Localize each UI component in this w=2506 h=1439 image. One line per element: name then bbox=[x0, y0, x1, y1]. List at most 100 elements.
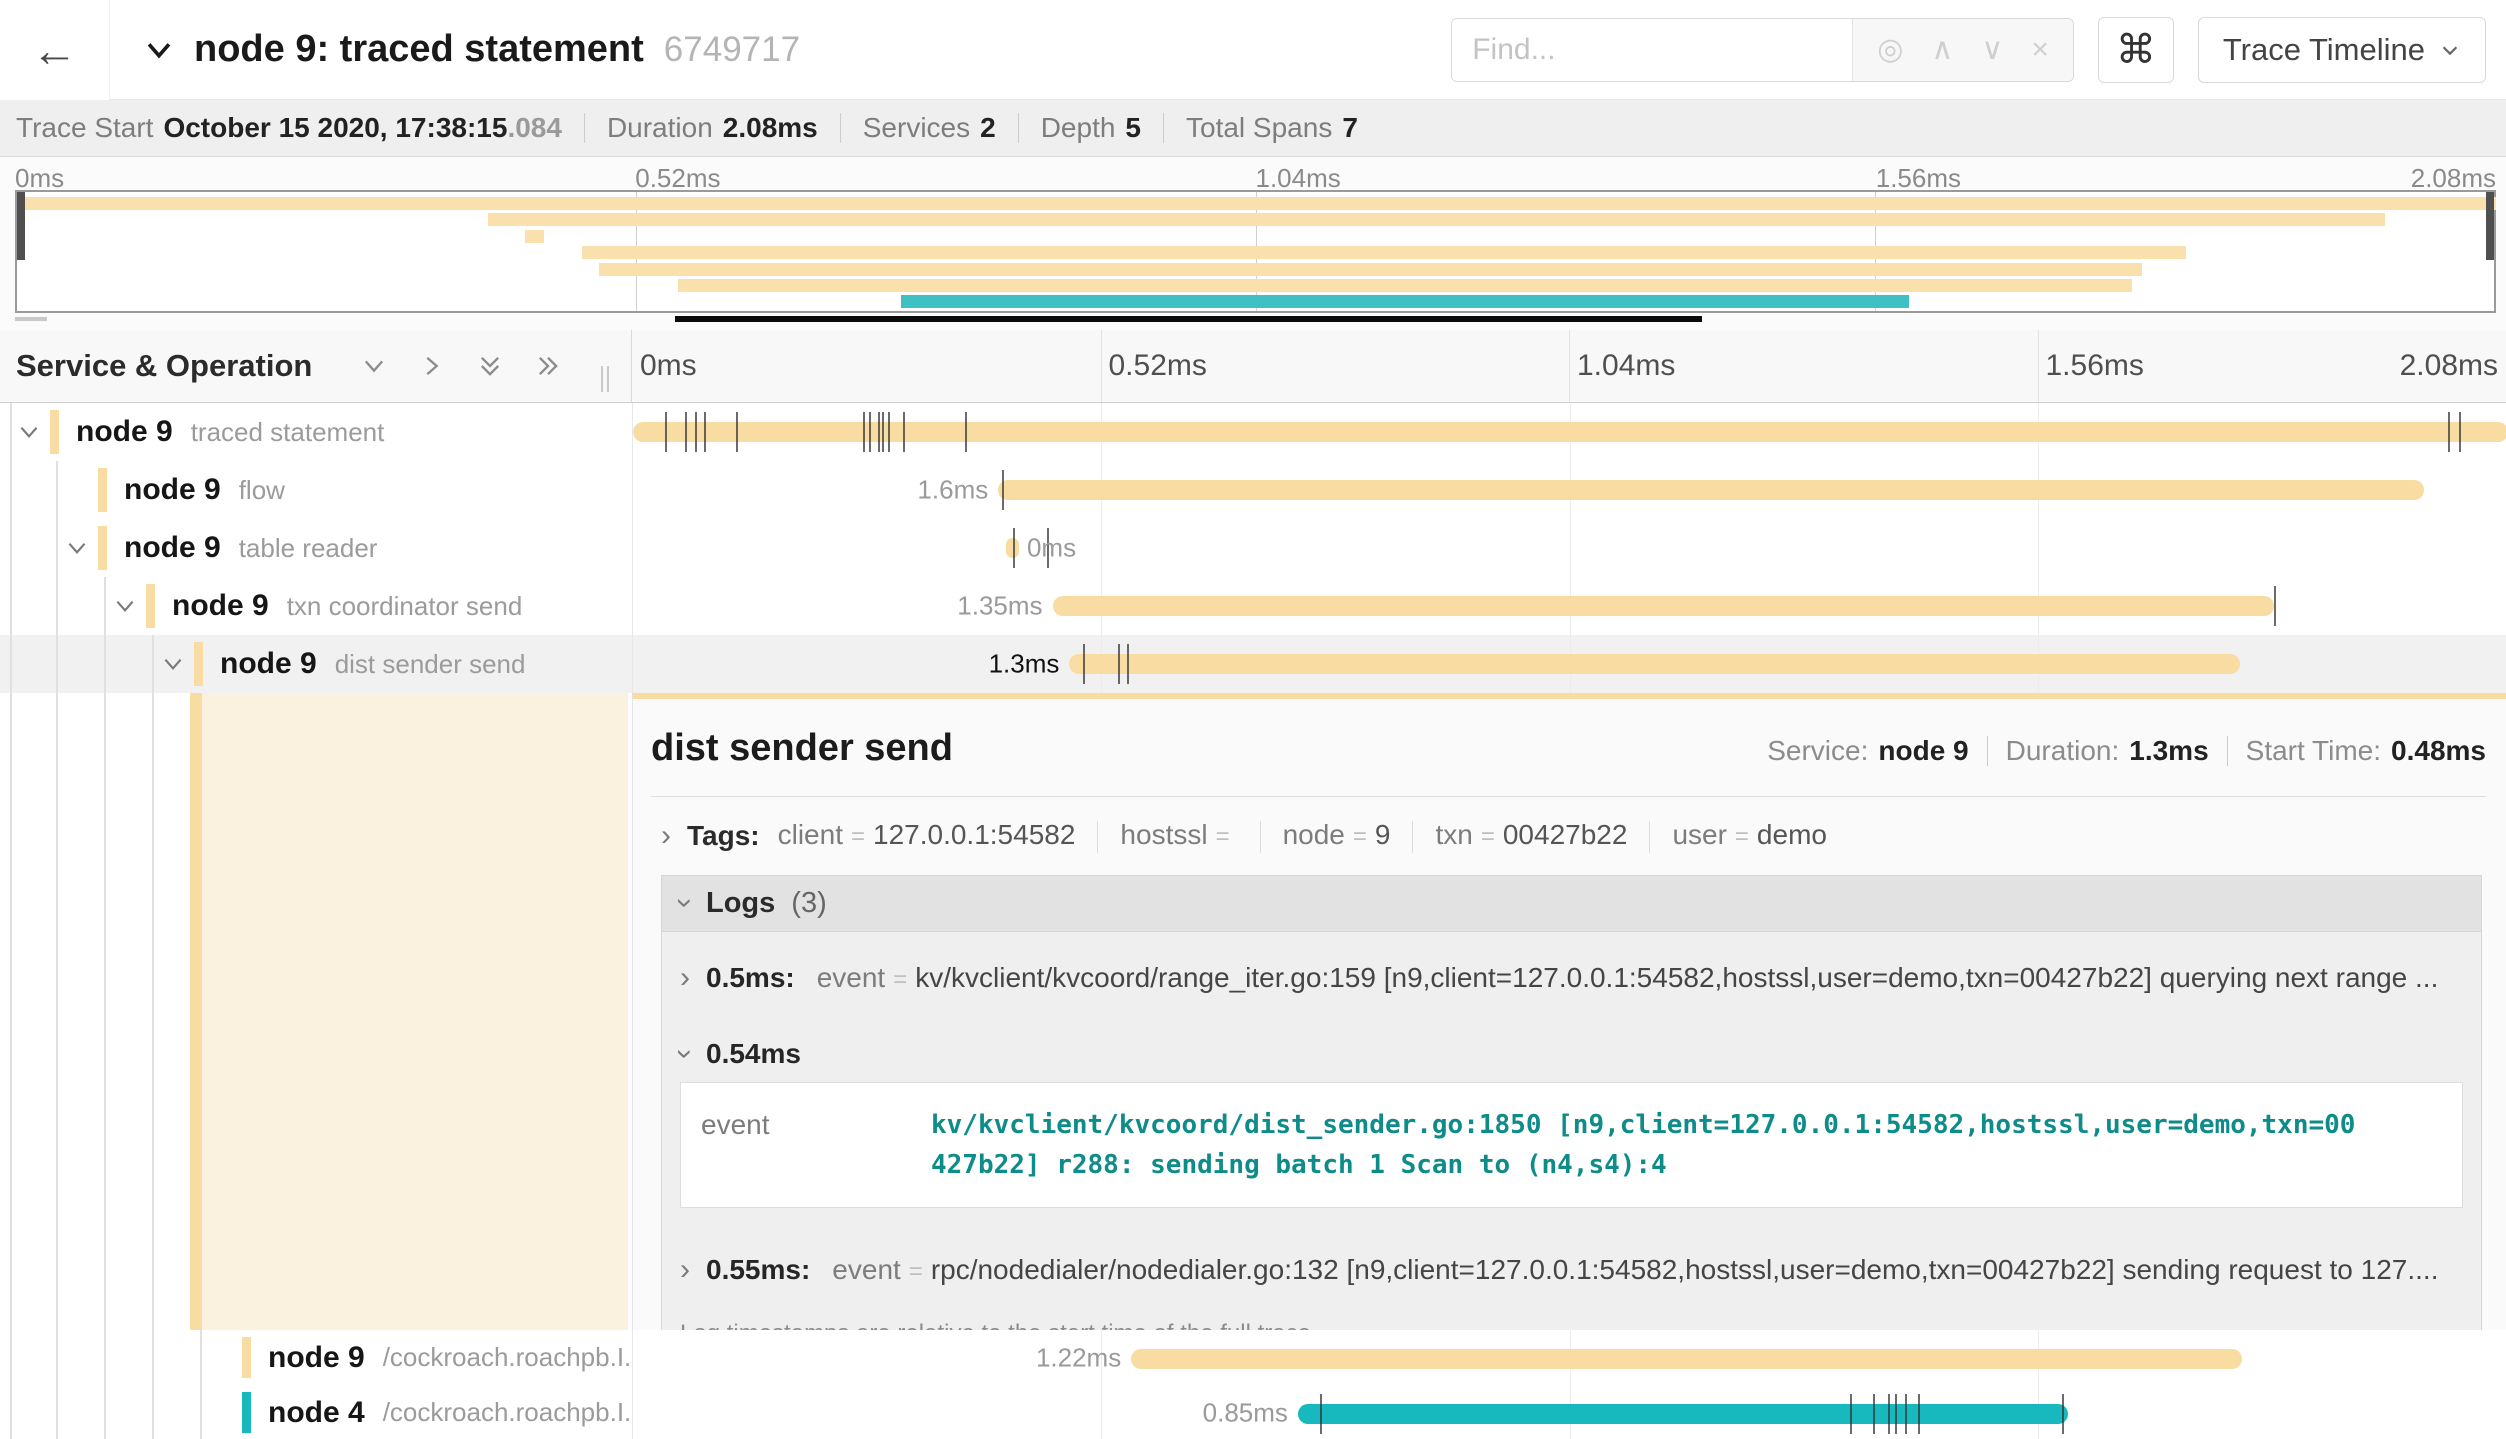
tree-guide bbox=[104, 635, 106, 693]
span-event-tick bbox=[685, 412, 687, 452]
tree-guide bbox=[104, 1330, 106, 1385]
tree-guide bbox=[10, 577, 12, 635]
chevron-down-icon[interactable] bbox=[112, 593, 138, 619]
span-duration-label: 1.6ms bbox=[917, 475, 988, 506]
span-row-track[interactable]: 1.22ms bbox=[632, 1330, 2506, 1385]
summary-item: Depth5 bbox=[1041, 112, 1141, 144]
tree-header: Service & Operation bbox=[0, 330, 632, 402]
chevron-down-icon[interactable] bbox=[160, 651, 186, 677]
keyboard-shortcuts-button[interactable]: ⌘ bbox=[2098, 17, 2174, 83]
log-entry[interactable]: ›0.55ms:event=rpc/nodedialer/nodedialer.… bbox=[662, 1224, 2481, 1312]
collapse-trace-icon[interactable] bbox=[142, 33, 176, 67]
span-row-label[interactable]: node 9/cockroach.roachpb.I... bbox=[0, 1330, 632, 1385]
tag-item[interactable]: client=127.0.0.1:54582 bbox=[778, 819, 1076, 850]
scroll-track-mark bbox=[15, 317, 47, 321]
minimap-span-bar bbox=[488, 213, 2385, 226]
log-value: kv/kvclient/kvcoord/range_iter.go:159 [n… bbox=[915, 962, 2438, 993]
summary-value: 5 bbox=[1125, 112, 1141, 143]
minimap-span-bar bbox=[901, 295, 1909, 308]
span-row: node 9flow 1.6ms bbox=[0, 461, 2506, 519]
divider bbox=[1097, 821, 1098, 853]
span-bar[interactable] bbox=[1053, 596, 2274, 616]
service-color-strip bbox=[98, 526, 107, 570]
span-tree-guides bbox=[0, 693, 632, 1330]
logs-title: Logs bbox=[706, 887, 775, 920]
span-row-label[interactable]: node 4/cockroach.roachpb.I... bbox=[0, 1385, 632, 1439]
logs-header[interactable]: › Logs (3) bbox=[662, 876, 2481, 932]
summary-item: Total Spans7 bbox=[1186, 112, 1358, 144]
equals-sign: = bbox=[1735, 823, 1749, 850]
span-row-label[interactable]: node 9traced statement bbox=[0, 403, 632, 461]
view-selector-button[interactable]: Trace Timeline bbox=[2198, 17, 2486, 83]
span-tags-row[interactable]: › Tags: client=127.0.0.1:54582hostssl=no… bbox=[651, 797, 2486, 871]
collapse-all-icon[interactable] bbox=[534, 352, 562, 380]
detail-meta-label: Service: bbox=[1767, 735, 1868, 766]
expand-one-icon[interactable] bbox=[360, 352, 388, 380]
minimap-left-handle[interactable] bbox=[17, 192, 25, 260]
span-row-track[interactable] bbox=[632, 403, 2506, 461]
span-row-track[interactable]: 1.6ms bbox=[632, 461, 2506, 519]
log-timestamp: 0.54ms bbox=[706, 1038, 801, 1070]
minimap-canvas[interactable] bbox=[15, 190, 2496, 313]
clear-search-icon[interactable]: × bbox=[2031, 35, 2049, 65]
summary-item: Trace StartOctober 15 2020, 17:38:15.084 bbox=[16, 112, 562, 144]
span-event-tick bbox=[1083, 644, 1085, 684]
span-row-label[interactable]: node 9flow bbox=[0, 461, 632, 519]
minimap-right-handle[interactable] bbox=[2486, 192, 2494, 260]
minimap-axis-labels: 0ms0.52ms1.04ms1.56ms2.08ms bbox=[15, 163, 2496, 191]
operation-name: traced statement bbox=[191, 417, 385, 448]
timeline-axis: 0ms0.52ms1.04ms1.56ms2.08ms bbox=[632, 330, 2506, 402]
chevron-down-icon[interactable] bbox=[16, 419, 42, 445]
span-event-tick bbox=[2062, 1394, 2064, 1434]
span-event-tick bbox=[695, 412, 697, 452]
operation-name: dist sender send bbox=[335, 649, 526, 680]
expand-all-icon[interactable] bbox=[476, 352, 504, 380]
back-button[interactable]: ← bbox=[0, 0, 110, 100]
view-selector-label: Trace Timeline bbox=[2223, 32, 2425, 68]
prev-result-icon[interactable]: ∧ bbox=[1931, 35, 1953, 65]
service-name: node 9 bbox=[268, 1341, 365, 1375]
span-row-label[interactable]: node 9table reader bbox=[0, 519, 632, 577]
span-row-track[interactable]: 0ms bbox=[632, 519, 2506, 577]
span-bar[interactable] bbox=[998, 480, 2423, 500]
next-result-icon[interactable]: ∨ bbox=[1981, 35, 2003, 65]
tag-item[interactable]: txn=00427b22 bbox=[1435, 819, 1627, 850]
column-resize-grip[interactable] bbox=[601, 366, 609, 392]
span-row-track[interactable]: 1.35ms bbox=[632, 577, 2506, 635]
span-row: node 4/cockroach.roachpb.I...0.85ms bbox=[0, 1385, 2506, 1439]
axis-separator bbox=[2038, 330, 2039, 402]
span-event-tick bbox=[665, 412, 667, 452]
span-duration-label: 0ms bbox=[1027, 533, 1076, 564]
log-entry[interactable]: ›0.54ms bbox=[662, 1020, 2481, 1082]
equals-sign: = bbox=[851, 823, 865, 850]
find-input[interactable] bbox=[1452, 19, 1852, 81]
tag-item[interactable]: node=9 bbox=[1283, 819, 1391, 850]
minimap-span-bar bbox=[17, 197, 2496, 210]
span-row-track[interactable]: 0.85ms bbox=[632, 1385, 2506, 1439]
span-event-tick bbox=[869, 412, 871, 452]
chevron-down-icon: › bbox=[670, 898, 700, 908]
axis-tick-label: 1.56ms bbox=[2046, 349, 2144, 383]
log-entry[interactable]: ›0.5ms:event=kv/kvclient/kvcoord/range_i… bbox=[662, 932, 2481, 1020]
span-bar[interactable] bbox=[1298, 1404, 2068, 1424]
span-bar[interactable] bbox=[1069, 654, 2240, 674]
span-row-text: node 9table reader bbox=[124, 519, 377, 577]
span-row-label[interactable]: node 9dist sender send bbox=[0, 635, 632, 693]
span-row-track[interactable]: 1.3ms bbox=[632, 635, 2506, 693]
span-event-tick bbox=[882, 412, 884, 452]
span-event-tick bbox=[903, 412, 905, 452]
divider bbox=[584, 113, 585, 143]
service-color-strip bbox=[242, 1337, 251, 1378]
tree-guide bbox=[56, 1330, 58, 1385]
chevron-down-icon[interactable] bbox=[64, 535, 90, 561]
locate-icon[interactable]: ◎ bbox=[1877, 35, 1903, 65]
span-bar[interactable] bbox=[1131, 1349, 2242, 1369]
scroll-thumb[interactable] bbox=[675, 316, 1702, 322]
span-bar[interactable] bbox=[633, 422, 2506, 442]
collapse-one-icon[interactable] bbox=[418, 352, 446, 380]
tag-item[interactable]: user=demo bbox=[1672, 819, 1827, 850]
tree-guide bbox=[200, 1330, 202, 1385]
span-row-label[interactable]: node 9txn coordinator send bbox=[0, 577, 632, 635]
span-row-text: node 9flow bbox=[124, 461, 285, 519]
tag-item[interactable]: hostssl= bbox=[1120, 819, 1237, 850]
